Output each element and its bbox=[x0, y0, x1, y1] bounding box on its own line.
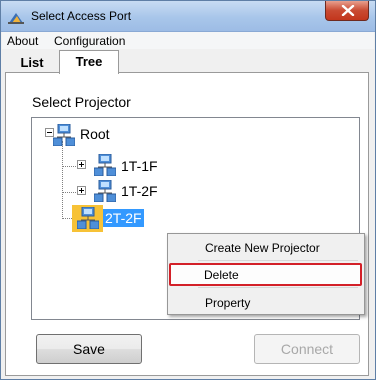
save-button[interactable]: Save bbox=[36, 334, 142, 364]
section-label: Select Projector bbox=[32, 94, 131, 110]
tree-node-2t-2f[interactable]: 2T-2F bbox=[103, 209, 144, 227]
menu-configuration[interactable]: Configuration bbox=[54, 34, 125, 48]
menu-separator bbox=[198, 260, 358, 261]
menu-bar: About Configuration bbox=[2, 32, 374, 49]
menu-delete-highlight[interactable]: Delete bbox=[169, 263, 362, 286]
network-icon bbox=[53, 124, 75, 146]
tab-list[interactable]: List bbox=[5, 53, 59, 73]
expand-icon[interactable] bbox=[77, 160, 86, 169]
tree-node-1t-1f[interactable]: 1T-1F bbox=[121, 157, 158, 175]
tab-strip: List Tree bbox=[1, 49, 375, 74]
close-icon bbox=[341, 5, 355, 16]
expand-icon[interactable] bbox=[77, 186, 86, 195]
close-button[interactable] bbox=[325, 1, 369, 21]
window-title: Select Access Port bbox=[31, 9, 132, 23]
menu-about[interactable]: About bbox=[7, 34, 38, 48]
tab-tree[interactable]: Tree bbox=[59, 50, 119, 74]
network-icon bbox=[77, 207, 99, 229]
select-access-port-window: Select Access Port About Configuration L… bbox=[0, 0, 376, 380]
menu-separator bbox=[198, 287, 358, 288]
menu-delete[interactable]: Delete bbox=[204, 268, 239, 282]
title-bar[interactable]: Select Access Port bbox=[1, 1, 375, 32]
tree-node-1t-2f[interactable]: 1T-2F bbox=[121, 182, 158, 200]
menu-property[interactable]: Property bbox=[205, 296, 250, 310]
tree-node-root[interactable]: Root bbox=[80, 125, 110, 143]
connect-button[interactable]: Connect bbox=[254, 334, 360, 364]
network-icon bbox=[94, 154, 116, 176]
app-icon bbox=[8, 13, 24, 24]
menu-create-new-projector[interactable]: Create New Projector bbox=[205, 241, 320, 255]
network-icon bbox=[94, 180, 116, 202]
tree-connector bbox=[62, 141, 63, 219]
